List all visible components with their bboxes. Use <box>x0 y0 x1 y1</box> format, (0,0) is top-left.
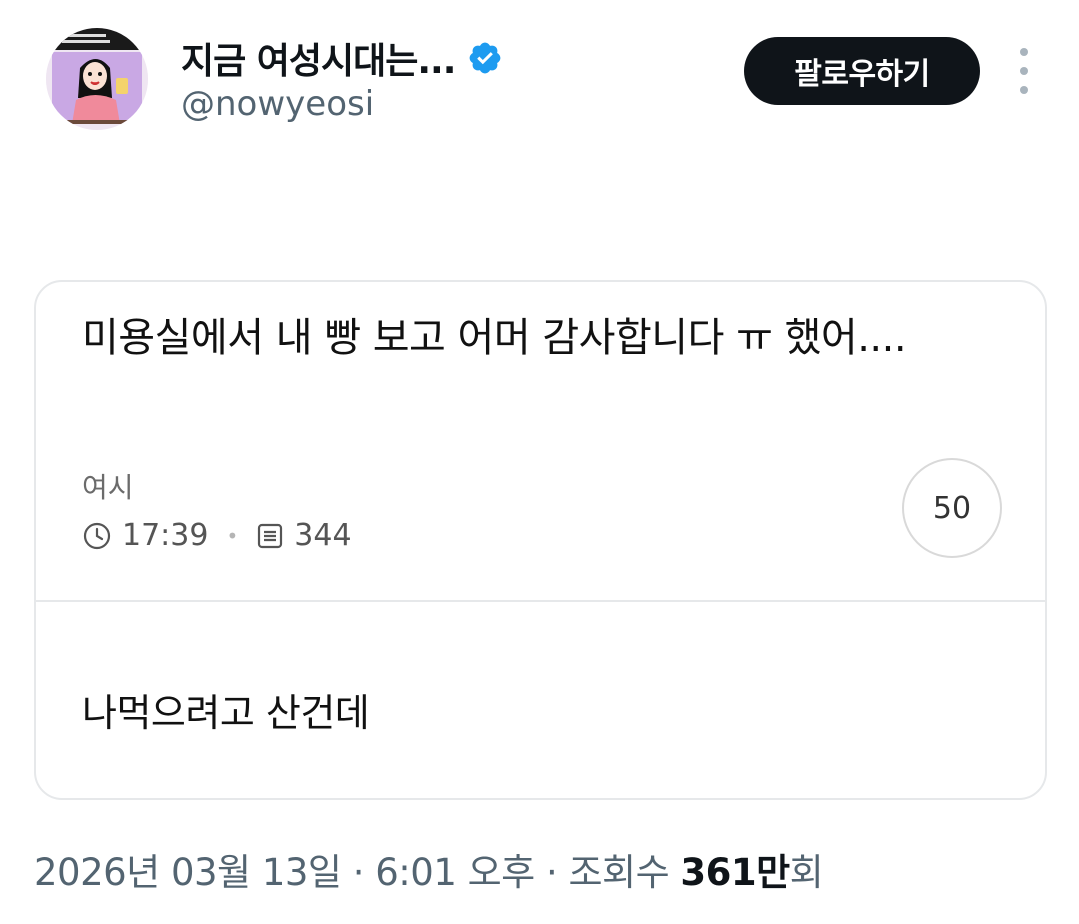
author-name-row[interactable]: 지금 여성시대는... <box>181 32 503 84</box>
tweet-timestamp-row: 2026년 03월 13일 · 6:01 오후 · 조회수 361만회 <box>34 842 824 896</box>
more-dot <box>1020 48 1028 56</box>
post-image-card[interactable]: 미용실에서 내 빵 보고 어머 감사합니다 ㅠ 했어.... 여시 17:39 … <box>34 280 1047 800</box>
more-dot <box>1020 86 1028 94</box>
author-handle[interactable]: @nowyeosi <box>181 84 374 124</box>
tweet-time[interactable]: 6:01 오후 <box>375 851 535 894</box>
board-name: 여시 <box>82 471 134 504</box>
more-dot <box>1020 67 1028 75</box>
views-suffix: 회 <box>789 851 824 894</box>
separator-dot: · <box>534 851 569 894</box>
comment-count-badge: 50 <box>902 458 1002 558</box>
separator-dot: · <box>341 851 376 894</box>
comment-text: 나먹으려고 산건데 <box>82 691 370 735</box>
document-icon <box>258 523 283 548</box>
verified-badge-icon[interactable] <box>467 40 503 76</box>
post-time: 17:39 <box>122 518 209 553</box>
follow-button[interactable]: 팔로우하기 <box>744 37 980 105</box>
views-count[interactable]: 361만 <box>680 851 790 894</box>
post-meta: 17:39 • 344 <box>82 518 352 553</box>
post-title: 미용실에서 내 빵 보고 어머 감사합니다 ㅠ 했어.... <box>82 315 907 361</box>
tweet-page: 지금 여성시대는... @nowyeosi 팔로우하기 미용실에서 내 빵 보고… <box>0 0 1079 924</box>
display-name[interactable]: 지금 여성시대는... <box>181 32 456 84</box>
clock-icon <box>83 522 111 549</box>
meta-separator: • <box>226 523 239 548</box>
post-views: 344 <box>294 518 352 553</box>
more-vertical-icon[interactable] <box>1010 48 1038 94</box>
tweet-date[interactable]: 2026년 03월 13일 <box>34 851 342 894</box>
divider <box>36 600 1045 602</box>
views-label: 조회수 <box>568 851 670 894</box>
avatar[interactable] <box>46 28 148 130</box>
avatar-illustration-icon <box>46 28 148 130</box>
